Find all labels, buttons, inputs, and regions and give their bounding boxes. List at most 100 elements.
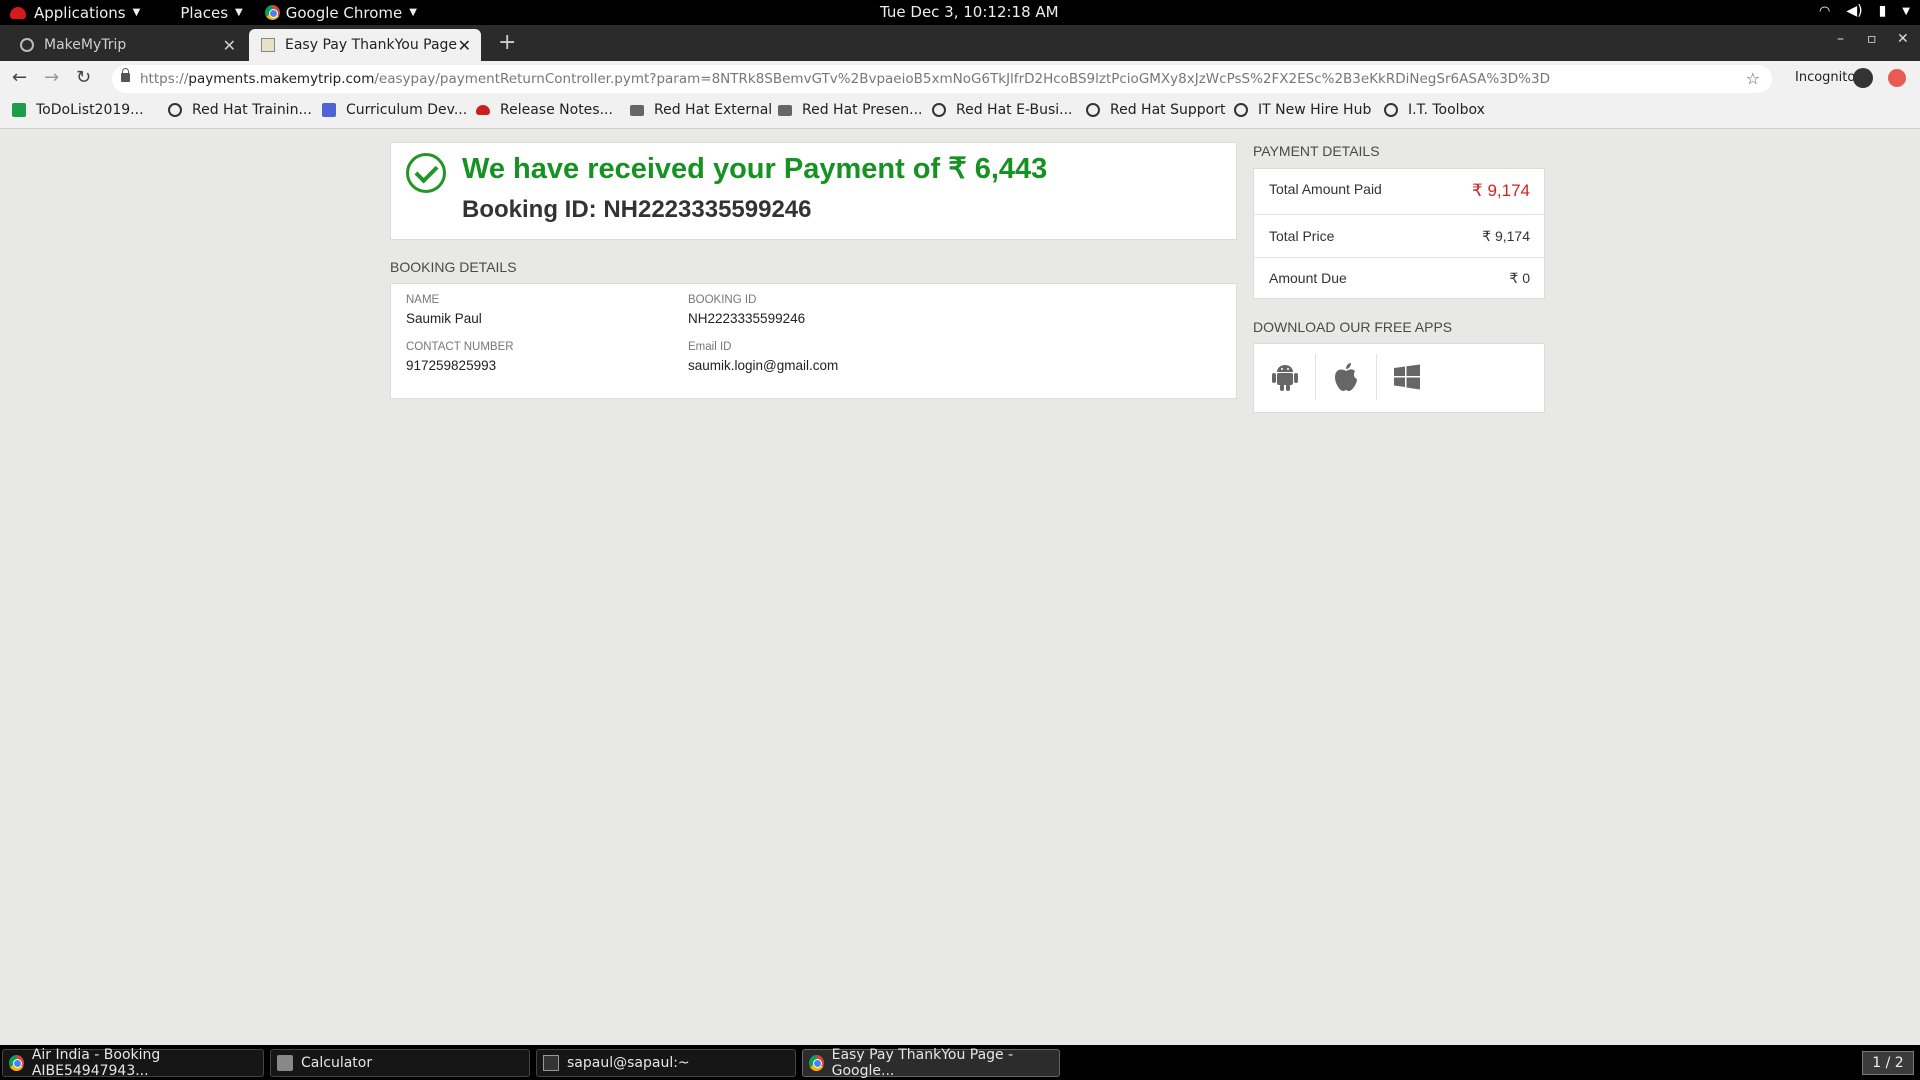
url-scheme: https:// (140, 71, 189, 87)
new-tab-icon[interactable]: + (498, 30, 516, 55)
download-apps-card (1253, 343, 1545, 413)
address-bar[interactable]: https://payments.makemytrip.com/easypay/… (112, 65, 1772, 93)
calculator-icon (277, 1055, 293, 1071)
amount-due-value: ₹ 0 (1509, 270, 1530, 286)
doc-icon (322, 103, 336, 117)
total-price-row: Total Price ₹ 9,174 (1254, 215, 1544, 258)
bookmark-it-toolbox[interactable]: I.T. Toolbox (1384, 102, 1485, 118)
task-air-india[interactable]: Air India - Booking AIBE54947943... (2, 1047, 264, 1079)
bookmark-label: Red Hat E-Busi... (956, 102, 1073, 118)
redhat-logo-icon (10, 6, 26, 19)
task-label: Calculator (301, 1055, 373, 1071)
bookmark-curriculum[interactable]: Curriculum Dev... (322, 102, 467, 118)
clock[interactable]: Tue Dec 3, 10:12:18 AM (880, 3, 1059, 21)
terminal-icon (543, 1055, 559, 1071)
browser-toolbar: ← → ↻ https://payments.makemytrip.com/ea… (0, 61, 1920, 97)
forward-icon[interactable]: → (44, 67, 59, 88)
bookmark-folder-presentations[interactable]: Red Hat Presen... (778, 102, 922, 118)
browser-tab-strip: MakeMyTrip ✕ Easy Pay ThankYou Page ✕ + … (0, 25, 1920, 61)
globe-icon (168, 103, 182, 117)
amount-due-row: Amount Due ₹ 0 (1254, 258, 1544, 300)
applications-menu[interactable]: Applications ▼ (0, 0, 152, 25)
chrome-icon (264, 5, 280, 20)
booking-id-heading: Booking ID: NH2223335599246 (462, 196, 812, 223)
chevron-down-icon[interactable]: ▼ (1902, 6, 1910, 17)
sheets-icon (12, 103, 26, 117)
task-terminal[interactable]: sapaul@sapaul:~ (536, 1049, 796, 1077)
bookmark-release-notes[interactable]: Release Notes... (476, 102, 613, 118)
volume-icon[interactable]: ◀) (1846, 3, 1862, 19)
applications-label: Applications (34, 3, 126, 22)
bookmark-label: Curriculum Dev... (346, 102, 468, 118)
caret-down-icon: ▼ (409, 7, 417, 18)
bookmark-label: Release Notes... (500, 102, 613, 118)
battery-icon[interactable]: ▮ (1879, 3, 1887, 19)
tab-makemytrip[interactable]: MakeMyTrip ✕ (8, 29, 246, 61)
app-menu[interactable]: Google Chrome ▼ (255, 0, 429, 25)
bookmark-label: I.T. Toolbox (1408, 102, 1485, 118)
apple-app-link[interactable] (1316, 354, 1376, 400)
close-tab-icon[interactable]: ✕ (223, 36, 236, 55)
tab-title: MakeMyTrip (44, 37, 127, 53)
redhat-icon (476, 105, 490, 115)
bookmark-redhat-training[interactable]: Red Hat Trainin... (168, 102, 312, 118)
payment-details-card: Total Amount Paid ₹ 9,174 Total Price ₹ … (1253, 168, 1545, 299)
incognito-icon[interactable] (1853, 68, 1873, 88)
android-icon (1272, 365, 1298, 391)
page-content: We have received your Payment of ₹ 6,443… (0, 130, 1920, 1045)
minimize-icon[interactable]: – (1837, 31, 1844, 47)
gnome-top-bar: Applications ▼ Places ▼ Google Chrome ▼ … (0, 0, 1920, 25)
bookmark-ebusiness[interactable]: Red Hat E-Busi... (932, 102, 1073, 118)
url-path: /easypay/paymentReturnController.pymt?pa… (374, 71, 1550, 87)
bookmarks-bar: ToDoList2019... Red Hat Trainin... Curri… (0, 97, 1920, 129)
close-window-icon[interactable]: ✕ (1897, 31, 1909, 47)
check-circle-icon (406, 153, 446, 193)
alert-icon[interactable] (1888, 69, 1906, 87)
bookmark-star-icon[interactable]: ☆ (1746, 69, 1760, 88)
close-tab-icon[interactable]: ✕ (458, 36, 471, 55)
page-icon (261, 38, 275, 52)
total-amount-paid-label: Total Amount Paid (1269, 181, 1382, 197)
task-easy-pay[interactable]: Easy Pay ThankYou Page - Google... (802, 1047, 1060, 1079)
bookmark-folder-external[interactable]: Red Hat External (630, 102, 772, 118)
task-label: Air India - Booking AIBE54947943... (31, 1047, 161, 1079)
caret-down-icon: ▼ (235, 7, 243, 18)
android-app-link[interactable] (1255, 354, 1315, 400)
chrome-icon (9, 1055, 24, 1071)
task-calculator[interactable]: Calculator (270, 1049, 530, 1077)
amount-due-label: Amount Due (1269, 270, 1347, 286)
tab-easy-pay[interactable]: Easy Pay ThankYou Page ✕ (249, 29, 481, 61)
windows-app-link[interactable] (1377, 354, 1437, 400)
workspace-indicator[interactable]: 1 / 2 (1862, 1051, 1914, 1075)
globe-icon (932, 103, 946, 117)
wifi-icon[interactable]: ◠ (1819, 4, 1830, 19)
back-icon[interactable]: ← (12, 67, 27, 88)
booking-id-label: BOOKING ID (688, 294, 757, 306)
bookmark-label: Red Hat External (654, 102, 773, 118)
task-label: Easy Pay ThankYou Page - Google... (831, 1047, 1014, 1079)
places-label: Places (180, 3, 229, 22)
booking-id-value: NH2223335599246 (688, 311, 806, 326)
contact-number-label: CONTACT NUMBER (406, 341, 514, 353)
name-value: Saumik Paul (406, 311, 482, 326)
caret-down-icon: ▼ (132, 7, 141, 18)
bookmark-label: IT New Hire Hub (1258, 102, 1372, 118)
bookmark-new-hire-hub[interactable]: IT New Hire Hub (1234, 102, 1371, 118)
maximize-icon[interactable]: ▫ (1867, 31, 1877, 47)
payment-received-heading: We have received your Payment of ₹ 6,443 (462, 153, 1048, 185)
total-amount-paid-value: ₹ 9,174 (1471, 181, 1530, 200)
reload-icon[interactable]: ↻ (76, 67, 91, 88)
total-price-label: Total Price (1269, 228, 1335, 244)
download-apps-heading: DOWNLOAD OUR FREE APPS (1253, 319, 1453, 335)
bookmark-support[interactable]: Red Hat Support (1086, 102, 1225, 118)
system-tray[interactable]: ◠ ◀) ▮ ▼ (1819, 3, 1910, 19)
booking-details-card: NAME Saumik Paul BOOKING ID NH2223335599… (390, 283, 1237, 399)
bookmark-label: Red Hat Presen... (802, 102, 923, 118)
folder-icon (630, 104, 644, 116)
globe-icon (1086, 103, 1100, 117)
globe-icon (20, 38, 34, 52)
bookmark-todolist[interactable]: ToDoList2019... (12, 102, 144, 118)
windows-icon (1394, 364, 1420, 390)
bookmark-label: ToDoList2019... (36, 102, 144, 118)
places-menu[interactable]: Places ▼ (152, 0, 254, 25)
